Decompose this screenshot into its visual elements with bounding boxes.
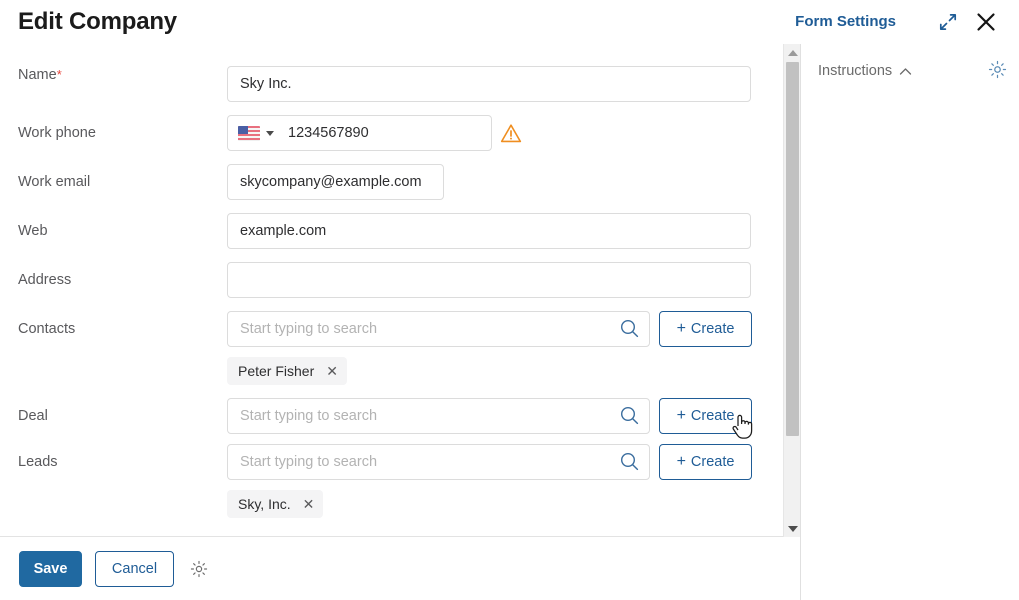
close-icon[interactable] (972, 8, 1000, 36)
form-row-name: Name* (0, 66, 783, 102)
field-label-deal: Deal (18, 408, 48, 424)
required-asterisk: * (56, 67, 62, 82)
chevron-down-icon (266, 130, 274, 136)
deal-search-input[interactable] (227, 398, 650, 434)
gear-icon[interactable] (190, 560, 208, 578)
form-scrollbar[interactable] (783, 44, 800, 537)
list-item[interactable]: Peter Fisher ✕ (227, 357, 347, 385)
form-row-deal: Deal + (0, 398, 783, 434)
field-label-work-phone: Work phone (18, 125, 96, 141)
chip-label: Peter Fisher (238, 363, 315, 379)
field-control-deal: + Create (227, 398, 783, 434)
field-label-name: Name* (0, 66, 227, 84)
contacts-chip-list: Peter Fisher ✕ (227, 357, 783, 385)
triangle-up-icon (787, 49, 798, 56)
work-email-input[interactable] (227, 164, 444, 200)
form-row-contacts: Contacts + (0, 311, 783, 385)
form-scroll-area: Name* Work phone (0, 44, 800, 537)
scroll-down-button[interactable] (784, 520, 801, 537)
label-text: Name (18, 67, 57, 83)
form-settings-panel: Instructions (800, 44, 1019, 600)
plus-icon: + (676, 320, 686, 337)
plus-icon: + (676, 453, 686, 470)
page-title: Edit Company (18, 8, 177, 35)
leads-chip-list: Sky, Inc. ✕ (227, 490, 783, 518)
form-row-work-email: Work email (0, 164, 783, 200)
field-control-contacts: + Create Peter Fisher ✕ (227, 311, 783, 385)
form-settings-link[interactable]: Form Settings (795, 13, 896, 30)
leads-lookup-group: + Create (227, 444, 783, 480)
deal-lookup-group: + Create (227, 398, 783, 434)
field-label-address: Address (18, 272, 72, 288)
leads-search-wrap (227, 444, 650, 480)
field-label-leads: Leads (18, 454, 58, 470)
chip-label: Sky, Inc. (238, 496, 291, 512)
create-label: Create (690, 454, 735, 470)
contacts-lookup-group: + Create (227, 311, 783, 347)
leads-search-input[interactable] (227, 444, 650, 480)
leads-create-button[interactable]: + Create (659, 444, 752, 480)
form-field-list: Name* Work phone (0, 44, 783, 518)
save-button[interactable]: Save (19, 551, 82, 587)
field-label-contacts: Contacts (18, 321, 76, 337)
form-row-address: Address (0, 262, 783, 298)
create-label: Create (690, 408, 735, 424)
address-input[interactable] (227, 262, 751, 298)
country-selector[interactable] (228, 125, 280, 141)
name-input[interactable] (227, 66, 751, 102)
field-control-address (227, 262, 783, 298)
scroll-up-button[interactable] (784, 44, 801, 61)
close-icon[interactable]: ✕ (303, 497, 315, 511)
gear-icon[interactable] (988, 60, 1007, 84)
field-label-web: Web (18, 223, 48, 239)
dialog-footer: Save Cancel (0, 538, 800, 600)
warning-triangle-icon (500, 123, 522, 149)
form-row-web: Web (0, 213, 783, 249)
chevron-up-icon[interactable] (899, 67, 912, 76)
instructions-label[interactable]: Instructions (818, 63, 892, 79)
field-label-work-email: Work email (18, 174, 91, 190)
plus-icon: + (676, 407, 686, 424)
close-icon[interactable]: ✕ (326, 364, 338, 378)
field-control-leads: + Create Sky, Inc. ✕ (227, 444, 783, 518)
instructions-section-header[interactable]: Instructions (818, 63, 1008, 79)
create-label: Create (690, 321, 735, 337)
form-row-leads: Leads + (0, 444, 783, 518)
contacts-create-button[interactable]: + Create (659, 311, 752, 347)
scrollbar-thumb[interactable] (786, 62, 799, 436)
cancel-button[interactable]: Cancel (95, 551, 174, 587)
contacts-search-wrap (227, 311, 650, 347)
web-input[interactable] (227, 213, 751, 249)
edit-company-dialog: Edit Company Form Settings Name* W (0, 0, 1019, 600)
field-control-work-phone (227, 115, 783, 151)
expand-arrows-icon[interactable] (934, 8, 962, 36)
field-control-name (227, 66, 783, 102)
work-phone-input[interactable] (280, 116, 488, 150)
field-control-work-email (227, 164, 783, 200)
form-row-work-phone: Work phone (0, 115, 783, 151)
field-control-web (227, 213, 783, 249)
phone-input-group (227, 115, 492, 151)
triangle-down-icon (787, 525, 798, 532)
deal-search-wrap (227, 398, 650, 434)
list-item[interactable]: Sky, Inc. ✕ (227, 490, 324, 518)
contacts-search-input[interactable] (227, 311, 650, 347)
us-flag-icon (238, 125, 260, 141)
deal-create-button[interactable]: + Create (659, 398, 752, 434)
